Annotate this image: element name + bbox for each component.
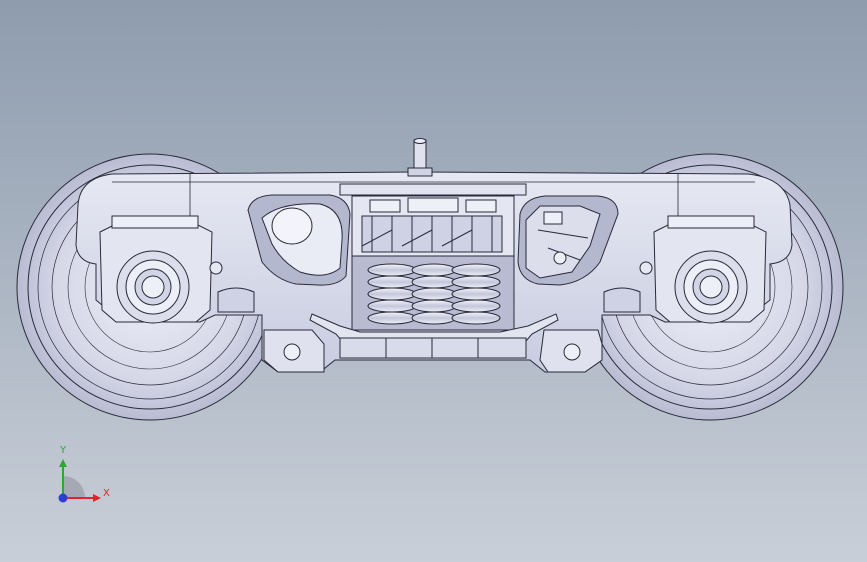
triad-y-label: Y — [59, 445, 67, 456]
coil-spring-right[interactable] — [451, 263, 501, 325]
bolster[interactable] — [351, 195, 515, 257]
coil-spring-center[interactable] — [411, 263, 457, 325]
triad-z-axis — [58, 493, 68, 503]
bolster-top-plate[interactable] — [339, 183, 527, 196]
left-lower-bracket[interactable] — [263, 329, 325, 373]
right-lower-bracket[interactable] — [539, 329, 603, 373]
graphics-viewport[interactable]: X Y — [0, 0, 867, 562]
spring-nest[interactable] — [351, 255, 515, 331]
triad-x-label: X — [103, 488, 110, 499]
coil-spring-left[interactable] — [367, 263, 417, 325]
model-view[interactable]: X Y — [0, 0, 867, 562]
